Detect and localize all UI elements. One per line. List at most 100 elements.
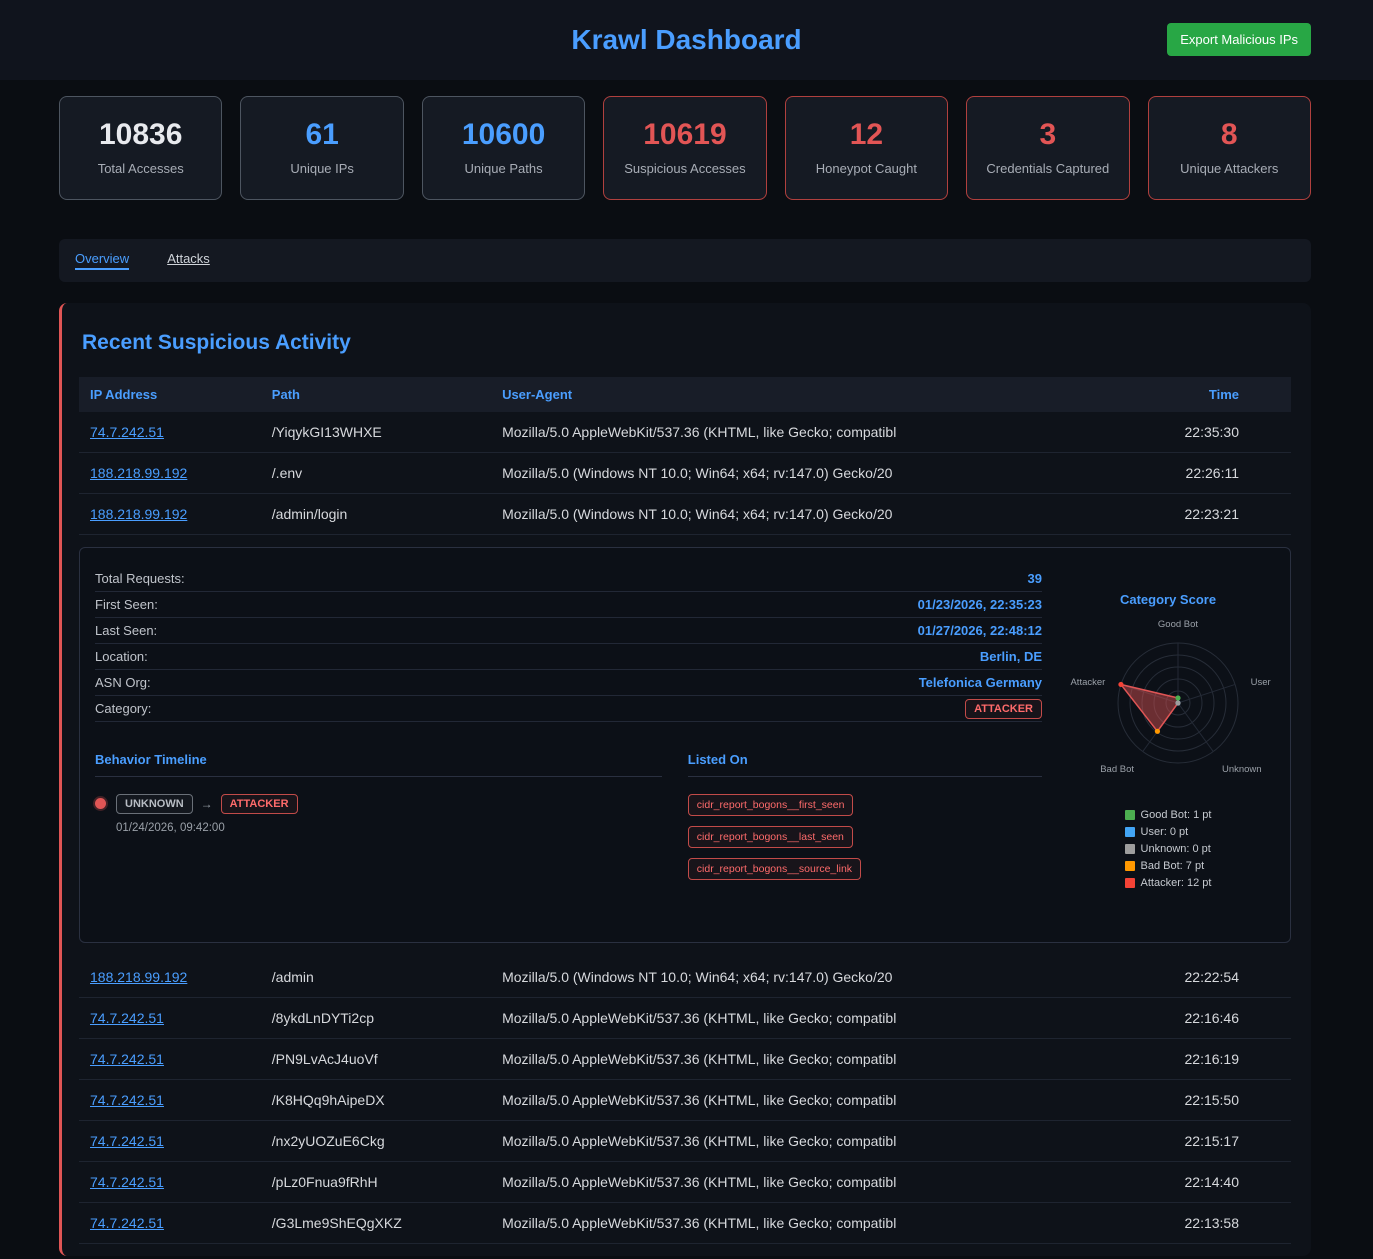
radar-chart: Good BotUserUnknownBad BotAttacker [1058, 611, 1298, 791]
stat-label: Unique Attackers [1157, 161, 1302, 176]
field-value: Telefonica Germany [919, 675, 1042, 690]
detail-field: Location:Berlin, DE [95, 644, 1042, 670]
cell-time: 22:16:19 [1121, 1039, 1291, 1080]
cell-user-agent: Mozilla/5.0 AppleWebKit/537.36 (KHTML, l… [491, 1162, 1121, 1203]
legend-swatch [1125, 810, 1135, 820]
table-row[interactable]: 74.7.242.51/K8HQq9hAipeDXMozilla/5.0 App… [79, 1080, 1291, 1121]
table-row[interactable]: 74.7.242.51/YiqykGI13WHXEMozilla/5.0 App… [79, 412, 1291, 453]
timeline-badges: UNKNOWN → ATTACKER [116, 794, 298, 814]
stat-value: 12 [794, 118, 939, 152]
column-header-time: Time [1121, 377, 1291, 412]
cell-path: /PN9LvAcJ4uoVf [261, 1039, 491, 1080]
ip-link[interactable]: 74.7.242.51 [90, 1092, 164, 1108]
table-row[interactable]: 188.218.99.192/admin/loginMozilla/5.0 (W… [79, 494, 1291, 535]
field-label: First Seen: [95, 597, 158, 612]
table-row[interactable]: 74.7.242.51/8ykdLnDYTi2cpMozilla/5.0 App… [79, 998, 1291, 1039]
stat-card-unique-attackers: 8 Unique Attackers [1148, 96, 1311, 200]
svg-text:Bad Bot: Bad Bot [1100, 764, 1134, 775]
legend-label: Unknown: 0 pt [1141, 843, 1211, 855]
ip-link[interactable]: 74.7.242.51 [90, 1215, 164, 1231]
cell-time: 22:22:54 [1121, 957, 1291, 998]
detail-field: ASN Org:Telefonica Germany [95, 670, 1042, 696]
behavior-timeline-section: Behavior Timeline UNKNOWN→ATTACKER01/24/… [95, 752, 662, 880]
listed-on-badges: cidr_report_bogons__first_seen cidr_repor… [688, 794, 1018, 880]
cell-path: /K8HQq9hAipeDX [261, 1080, 491, 1121]
timeline-to-badge: ATTACKER [221, 794, 298, 814]
legend-swatch [1125, 878, 1135, 888]
table-head-row: IP AddressPathUser-AgentTime [79, 377, 1291, 412]
listed-on-badge[interactable]: cidr_report_bogons__first_seen [688, 794, 854, 816]
listed-on-title: Listed On [688, 752, 1042, 777]
tabs-bar: Overview Attacks [59, 239, 1311, 282]
timeline-events: UNKNOWN → ATTACKER 01/24/2026, 09:42:00 [95, 794, 662, 834]
cell-time: 22:13:58 [1121, 1203, 1291, 1244]
table-row[interactable]: 188.218.99.192/.envMozilla/5.0 (Windows … [79, 453, 1291, 494]
field-label: Location: [95, 649, 148, 664]
ip-link[interactable]: 74.7.242.51 [90, 1051, 164, 1067]
stat-value: 8 [1157, 118, 1302, 152]
cell-time: 22:15:50 [1121, 1080, 1291, 1121]
timeline-timestamp: 01/24/2026, 09:42:00 [116, 822, 298, 834]
listed-on-badge[interactable]: cidr_report_bogons__source_link [688, 858, 861, 880]
cell-ip: 74.7.242.51 [79, 412, 261, 453]
category-score-section: Category Score Good BotUserUnknownBad Bo… [1058, 548, 1290, 942]
suspicious-activity-table: IP AddressPathUser-AgentTime 74.7.242.51… [79, 377, 1291, 1244]
stat-card-total-accesses: 10836Total Accesses [59, 96, 222, 200]
cell-path: /nx2yUOZuE6Ckg [261, 1121, 491, 1162]
svg-text:User: User [1251, 677, 1271, 688]
detail-fields: Total Requests:39First Seen:01/23/2026, … [95, 566, 1042, 722]
detail-field: Last Seen: 01/27/2026, 22:48:12 [95, 618, 1042, 644]
stat-value: 3 [975, 118, 1120, 152]
listed-on-badge[interactable]: cidr_report_bogons__last_seen [688, 826, 853, 848]
panel-title: Recent Suspicious Activity [82, 331, 1291, 355]
cell-path: /pLz0Fnua9fRhH [261, 1162, 491, 1203]
ip-link[interactable]: 188.218.99.192 [90, 465, 187, 481]
legend-label: User: 0 pt [1141, 826, 1189, 838]
cell-time: 22:23:21 [1121, 494, 1291, 535]
ip-detail-panel: Total Requests:39First Seen:01/23/2026, … [79, 547, 1291, 943]
cell-user-agent: Mozilla/5.0 AppleWebKit/537.36 (KHTML, l… [491, 998, 1121, 1039]
column-header-ipaddress: IP Address [79, 377, 261, 412]
category-score-title: Category Score [1058, 592, 1278, 607]
cell-path: /8ykdLnDYTi2cp [261, 998, 491, 1039]
field-label: Last Seen: [95, 623, 157, 638]
cell-user-agent: Mozilla/5.0 (Windows NT 10.0; Win64; x64… [491, 957, 1121, 998]
stat-card-suspicious-accesses: 10619Suspicious Accesses [603, 96, 766, 200]
cell-user-agent: Mozilla/5.0 AppleWebKit/537.36 (KHTML, l… [491, 1039, 1121, 1080]
field-label: Category: [95, 701, 151, 716]
table-row[interactable]: 74.7.242.51/pLz0Fnua9fRhHMozilla/5.0 App… [79, 1162, 1291, 1203]
legend-label: Bad Bot: 7 pt [1141, 860, 1205, 872]
tab-overview[interactable]: Overview [75, 251, 129, 270]
arrow-right-icon: → [201, 797, 213, 811]
ip-link[interactable]: 74.7.242.51 [90, 1133, 164, 1149]
ip-link[interactable]: 74.7.242.51 [90, 1010, 164, 1026]
timeline-from-badge: UNKNOWN [116, 794, 193, 814]
table-row[interactable]: 74.7.242.51/nx2yUOZuE6CkgMozilla/5.0 App… [79, 1121, 1291, 1162]
cell-ip: 74.7.242.51 [79, 1080, 261, 1121]
field-value: 01/27/2026, 22:48:12 [918, 623, 1042, 638]
ip-link[interactable]: 74.7.242.51 [90, 424, 164, 440]
ip-link[interactable]: 74.7.242.51 [90, 1174, 164, 1190]
field-value: 39 [1028, 571, 1042, 586]
tab-attacks[interactable]: Attacks [167, 251, 210, 270]
legend-item: Attacker: 12 pt [1125, 877, 1212, 889]
table-row[interactable]: 74.7.242.51/G3Lme9ShEQgXKZMozilla/5.0 Ap… [79, 1203, 1291, 1244]
detail-field: First Seen: 01/23/2026, 22:35:23 [95, 592, 1042, 618]
detail-row: Total Requests:39First Seen:01/23/2026, … [79, 535, 1291, 958]
detail-field: Category:ATTACKER [95, 696, 1042, 722]
legend-item: Good Bot: 1 pt [1125, 809, 1212, 821]
field-value: 01/23/2026, 22:35:23 [918, 597, 1042, 612]
table-row[interactable]: 74.7.242.51/PN9LvAcJ4uoVfMozilla/5.0 App… [79, 1039, 1291, 1080]
table-row[interactable]: 188.218.99.192/adminMozilla/5.0 (Windows… [79, 957, 1291, 998]
stat-card-unique-ips: 61Unique IPs [240, 96, 403, 200]
stat-label: Unique IPs [249, 161, 394, 176]
stat-card-unique-paths: 10600Unique Paths [422, 96, 585, 200]
cell-ip: 74.7.242.51 [79, 1162, 261, 1203]
cell-path: /YiqykGI13WHXE [261, 412, 491, 453]
export-malicious-ips-button[interactable]: Export Malicious IPs [1167, 23, 1311, 56]
legend-item: Unknown: 0 pt [1125, 843, 1212, 855]
ip-link[interactable]: 188.218.99.192 [90, 969, 187, 985]
cell-time: 22:16:46 [1121, 998, 1291, 1039]
cell-user-agent: Mozilla/5.0 AppleWebKit/537.36 (KHTML, l… [491, 1121, 1121, 1162]
ip-link[interactable]: 188.218.99.192 [90, 506, 187, 522]
